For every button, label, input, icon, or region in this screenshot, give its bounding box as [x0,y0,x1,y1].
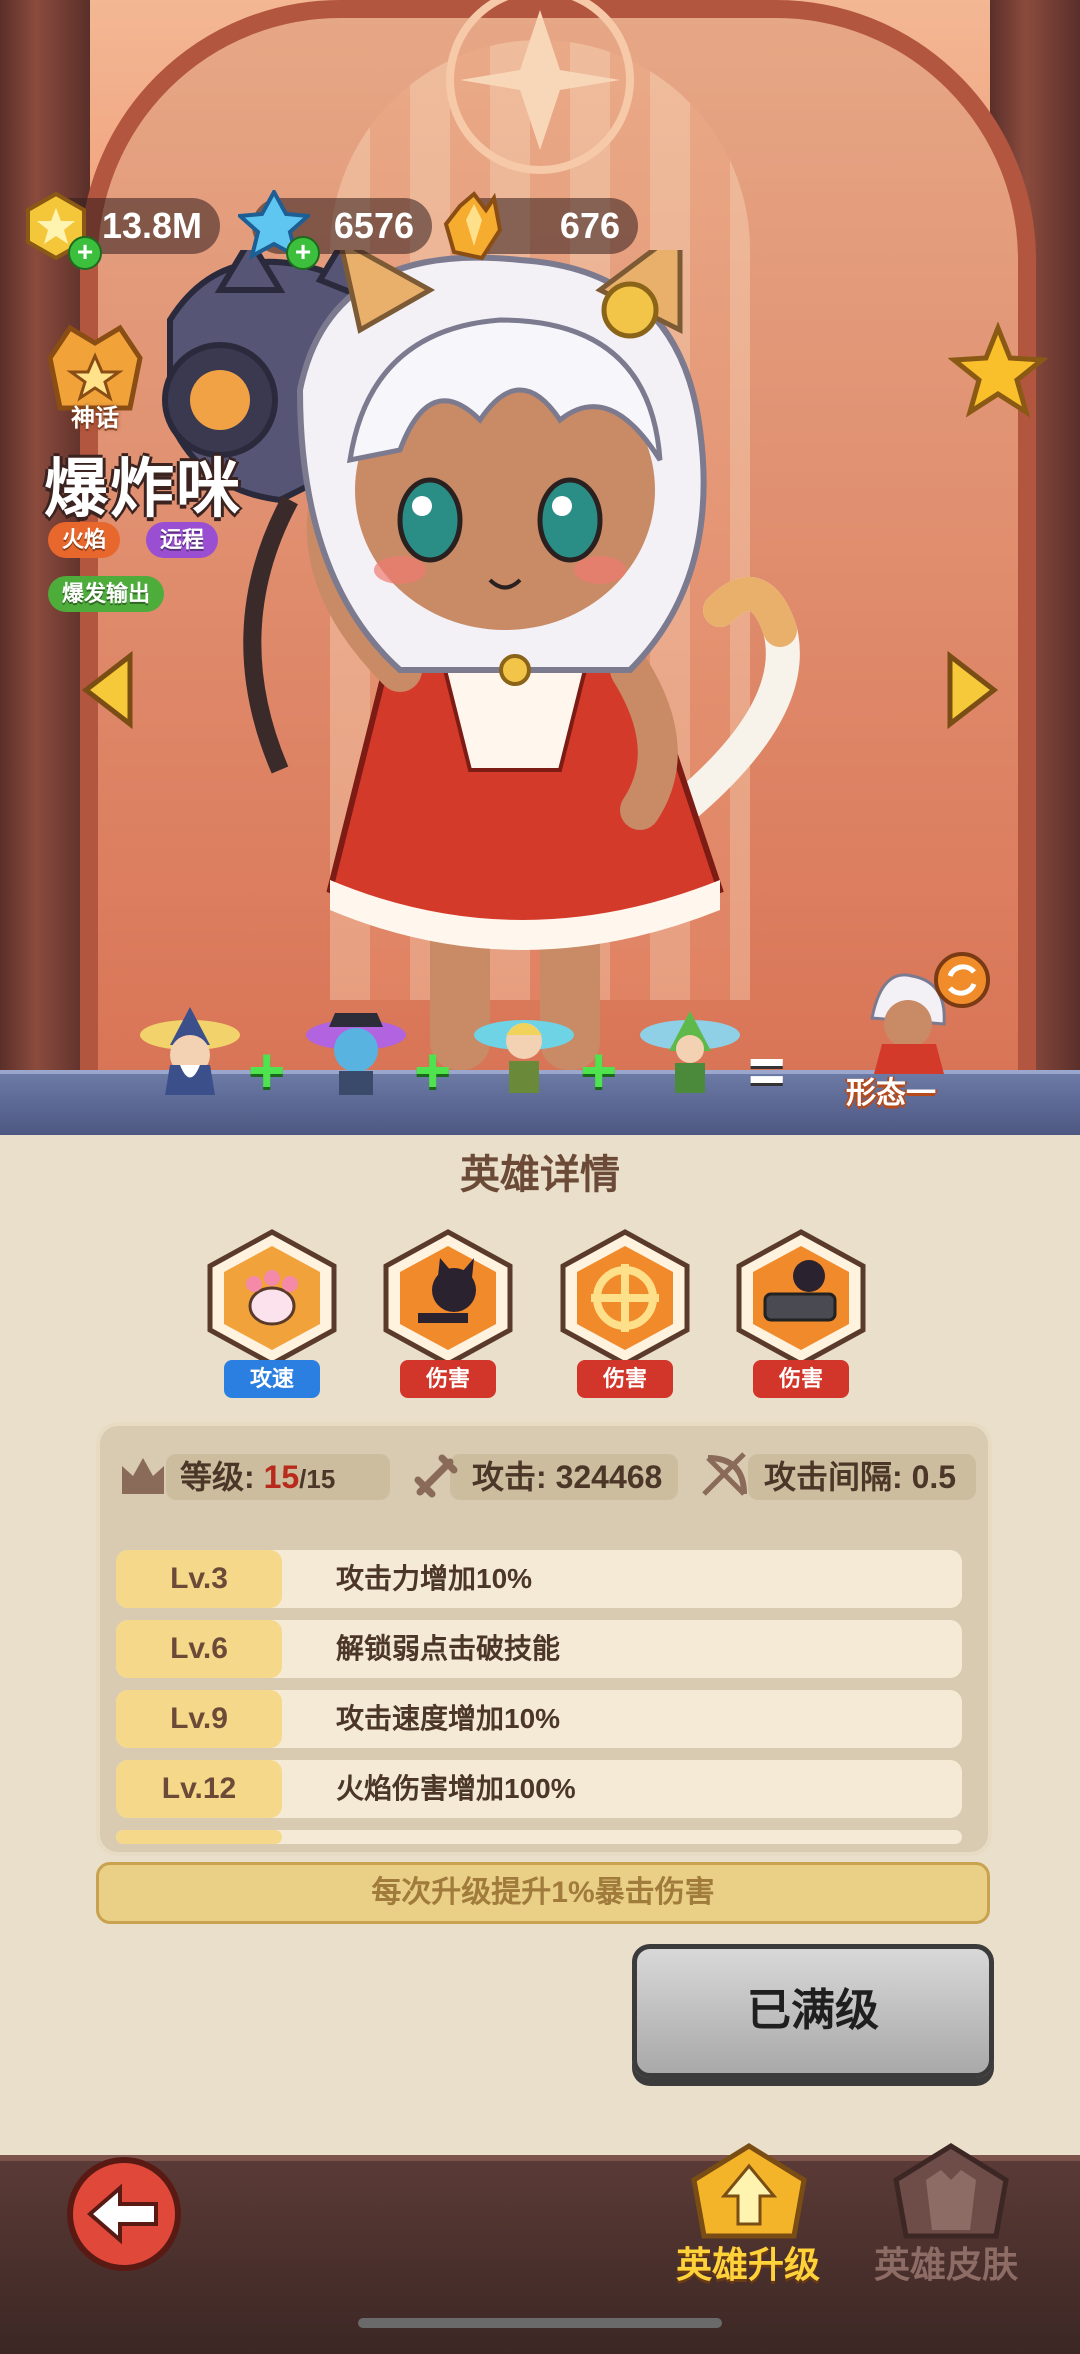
next-hero-arrow-icon[interactable] [944,650,1000,730]
archer-unit-icon[interactable] [489,1005,559,1095]
level-chip [116,1830,282,1844]
skill-damage-1[interactable]: 伤害 [378,1228,518,1398]
orange-crystal-icon [443,191,503,261]
cat-dash-icon [383,1229,513,1367]
interval-label: 攻击间隔: [764,1459,903,1495]
skill-tag-damage-2: 伤害 [577,1360,673,1398]
level-chip: Lv.9 [116,1690,282,1748]
hooded-archer-unit-icon[interactable] [655,1005,725,1095]
level-chip: Lv.3 [116,1550,282,1608]
level-row: Lv.12 火焰伤害增加100% [116,1760,962,1818]
level-chip: Lv.12 [116,1760,282,1818]
hero-scene [0,0,1080,1135]
level-effect: 攻击力增加10% [336,1563,533,1594]
prev-hero-arrow-icon[interactable] [80,650,136,730]
shard-value: 676 [559,205,620,246]
form-label[interactable]: 形态一 [846,1068,936,1112]
swap-form-icon[interactable] [932,950,992,1010]
skill-tag-attack-speed: 攻速 [224,1360,320,1398]
interval-stat: 攻击间隔: 0.5 [764,1448,956,1506]
crown-icon [122,1458,164,1494]
tab-hero-upgrade[interactable]: 英雄升级 [676,2236,820,2288]
level-row-partial [116,1830,962,1844]
gold-value: 13.8M [101,205,202,246]
hero-name: 爆炸咪 [44,453,242,525]
level-chip: Lv.6 [116,1620,282,1678]
skill-damage-2[interactable]: 伤害 [555,1228,695,1398]
tag-ranged: 远程 [146,522,219,558]
skill-attack-speed[interactable]: 攻速 [202,1228,342,1398]
crosshair-icon [560,1229,690,1367]
bow-icon [702,1452,747,1496]
gatling-cat-icon [736,1229,866,1367]
pirate-unit-icon[interactable] [321,1005,391,1095]
home-indicator[interactable] [358,2318,722,2328]
level-effect: 解锁弱点击破技能 [336,1633,561,1664]
attack-value: 324468 [555,1459,663,1495]
sword-icon [414,1454,458,1498]
wizard-unit-icon[interactable] [155,1005,225,1095]
level-label: 等级: [180,1459,255,1495]
max-level-button[interactable]: 已满级 [632,1944,994,2078]
gold-currency[interactable]: + 13.8M [26,191,220,270]
hero-character-illustration [162,250,800,1070]
tag-burst: 爆发输出 [48,576,165,612]
shard-currency[interactable]: 676 [443,191,638,261]
skill-tag-damage-3: 伤害 [753,1360,849,1398]
attack-label: 攻击: [472,1459,547,1495]
level-max: /15 [299,1464,336,1494]
plus-icon-1: + [248,1034,286,1106]
level-current: 15 [263,1459,300,1495]
paw-icon [207,1229,337,1367]
rank-label: 神话 [71,405,119,432]
crystal-value: 6576 [333,205,414,246]
gold-add-icon[interactable]: + [68,236,102,270]
plus-icon-2: + [414,1034,452,1106]
level-row: Lv.6 解锁弱点击破技能 [116,1620,962,1678]
interval-value: 0.5 [911,1459,957,1495]
per-level-bonus-banner: 每次升级提升1%暴击伤害 [96,1862,990,1924]
skill-tag-damage-1: 伤害 [400,1360,496,1398]
level-effect: 攻击速度增加10% [336,1703,561,1734]
favorite-star-icon[interactable] [948,322,1048,422]
level-row: Lv.9 攻击速度增加10% [116,1690,962,1748]
level-effect: 火焰伤害增加100% [336,1773,576,1804]
equals-icon: = [748,1034,786,1106]
tab-hero-skin[interactable]: 英雄皮肤 [874,2236,1018,2288]
plus-icon-3: + [580,1034,618,1106]
skill-damage-3[interactable]: 伤害 [731,1228,871,1398]
attack-stat: 攻击: 324468 [472,1448,662,1506]
panel-title: 英雄详情 [460,1153,620,1197]
tag-fire: 火焰 [48,522,121,558]
crystal-currency[interactable]: + 6576 [238,190,432,270]
level-stat: 等级: 15/15 [180,1448,335,1506]
rose-window-icon [446,0,634,174]
level-row: Lv.3 攻击力增加10% [116,1550,962,1608]
crystal-add-icon[interactable]: + [286,236,320,270]
back-arrow-icon[interactable] [64,2154,184,2274]
